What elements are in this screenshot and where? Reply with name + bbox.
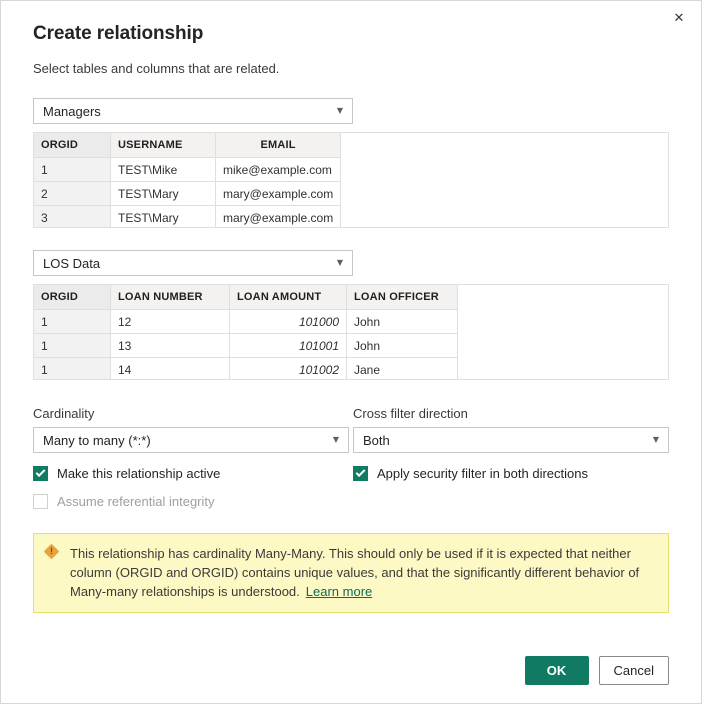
cardinality-value: Many to many (*:*) xyxy=(43,432,151,448)
table2-dropdown-value: LOS Data xyxy=(43,255,101,271)
chevron-down-icon: ▼ xyxy=(336,258,344,267)
cell: 101002 xyxy=(229,357,347,379)
cell: TEST\Mary xyxy=(110,181,216,206)
cell: 2 xyxy=(34,181,111,206)
cardinality-label: Cardinality xyxy=(33,406,95,421)
warning-banner: ! This relationship has cardinality Many… xyxy=(33,533,669,613)
cell: John xyxy=(346,333,458,358)
checkbox-checked-icon xyxy=(33,466,48,481)
assume-referential-integrity-checkbox: Assume referential integrity xyxy=(33,494,349,509)
close-button[interactable]: ✕ xyxy=(658,2,700,34)
table2-preview[interactable]: ORGID LOAN NUMBER LOAN AMOUNT LOAN OFFIC… xyxy=(33,284,669,380)
table1-section: Managers ▼ ORGID USERNAME EMAIL 1 TEST\M… xyxy=(33,98,669,228)
cell: 101001 xyxy=(229,333,347,358)
table-row: 1 12 101000 John xyxy=(34,309,458,334)
table-row: 3 TEST\Mary mary@example.com xyxy=(34,205,342,227)
close-icon: ✕ xyxy=(673,10,685,26)
table1-col-email[interactable]: EMAIL xyxy=(215,133,342,158)
cell: 13 xyxy=(110,333,230,358)
table2-col-loan-number[interactable]: LOAN NUMBER xyxy=(110,285,230,310)
cell: 1 xyxy=(34,333,111,358)
table1-header-row: ORGID USERNAME EMAIL xyxy=(34,133,342,158)
checkbox-unchecked-icon xyxy=(33,494,48,509)
chevron-down-icon: ▼ xyxy=(332,435,340,444)
make-relationship-active-label: Make this relationship active xyxy=(57,466,221,481)
dialog-body: Managers ▼ ORGID USERNAME EMAIL 1 TEST\M… xyxy=(1,76,701,637)
apply-security-filter-label: Apply security filter in both directions xyxy=(377,466,588,481)
cell: 12 xyxy=(110,309,230,334)
learn-more-link[interactable]: Learn more xyxy=(306,584,372,599)
table-row: 1 TEST\Mike mike@example.com xyxy=(34,157,342,182)
cell: 3 xyxy=(34,205,111,227)
page-title: Create relationship xyxy=(33,23,204,44)
cell: mike@example.com xyxy=(215,157,342,182)
cell: TEST\Mike xyxy=(110,157,216,182)
table2-grid: ORGID LOAN NUMBER LOAN AMOUNT LOAN OFFIC… xyxy=(34,285,458,379)
ok-button[interactable]: OK xyxy=(524,655,589,685)
table1-col-username[interactable]: USERNAME xyxy=(110,133,216,158)
table1-col-orgid[interactable]: ORGID xyxy=(34,133,111,158)
cardinality-dropdown[interactable]: Many to many (*:*) ▼ xyxy=(33,427,349,453)
cell: mary@example.com xyxy=(215,181,342,206)
table-row: 1 13 101001 John xyxy=(34,333,458,358)
cell: 101000 xyxy=(229,309,347,334)
cross-filter-group: Cross filter direction Both ▼ Apply secu… xyxy=(353,406,669,509)
cell: 14 xyxy=(110,357,230,379)
table2-dropdown[interactable]: LOS Data ▼ xyxy=(33,250,353,276)
table2-col-orgid[interactable]: ORGID xyxy=(34,285,111,310)
options-row: Cardinality Many to many (*:*) ▼ Make th… xyxy=(33,406,669,509)
cell: 1 xyxy=(34,357,111,379)
cross-filter-direction-value: Both xyxy=(363,432,390,448)
table2-col-loan-officer[interactable]: LOAN OFFICER xyxy=(346,285,458,310)
dialog-footer: OK Cancel xyxy=(1,637,701,703)
cell: 1 xyxy=(34,157,111,182)
table1-dropdown[interactable]: Managers ▼ xyxy=(33,98,353,124)
cancel-button[interactable]: Cancel xyxy=(598,655,669,685)
cross-filter-direction-dropdown[interactable]: Both ▼ xyxy=(353,427,669,453)
table-row: 2 TEST\Mary mary@example.com xyxy=(34,181,342,206)
cell: TEST\Mary xyxy=(110,205,216,227)
cell: 1 xyxy=(34,309,111,334)
table2-header-row: ORGID LOAN NUMBER LOAN AMOUNT LOAN OFFIC… xyxy=(34,285,458,310)
chevron-down-icon: ▼ xyxy=(336,106,344,115)
cell: mary@example.com xyxy=(215,205,342,227)
table1-preview[interactable]: ORGID USERNAME EMAIL 1 TEST\Mike mike@ex… xyxy=(33,132,669,228)
cross-filter-direction-label: Cross filter direction xyxy=(353,406,468,421)
warning-text-wrap: This relationship has cardinality Many-M… xyxy=(70,544,656,601)
cell: John xyxy=(346,309,458,334)
dialog-subtitle: Select tables and columns that are relat… xyxy=(33,61,280,76)
chevron-down-icon: ▼ xyxy=(652,435,660,444)
create-relationship-dialog: ✕ Create relationship Select tables and … xyxy=(0,0,702,704)
table1-dropdown-value: Managers xyxy=(43,103,101,119)
table-row: 1 14 101002 Jane xyxy=(34,357,458,379)
warning-icon: ! xyxy=(43,543,61,561)
table1-grid: ORGID USERNAME EMAIL 1 TEST\Mike mike@ex… xyxy=(34,133,342,227)
table2-section: LOS Data ▼ ORGID LOAN NUMBER LOAN AMOUNT… xyxy=(33,250,669,380)
cardinality-group: Cardinality Many to many (*:*) ▼ Make th… xyxy=(33,406,349,509)
assume-referential-integrity-label: Assume referential integrity xyxy=(57,494,215,509)
cell: Jane xyxy=(346,357,458,379)
table2-col-loan-amount[interactable]: LOAN AMOUNT xyxy=(229,285,347,310)
checkbox-checked-icon xyxy=(353,466,368,481)
make-relationship-active-checkbox[interactable]: Make this relationship active xyxy=(33,466,349,481)
apply-security-filter-checkbox[interactable]: Apply security filter in both directions xyxy=(353,466,669,481)
